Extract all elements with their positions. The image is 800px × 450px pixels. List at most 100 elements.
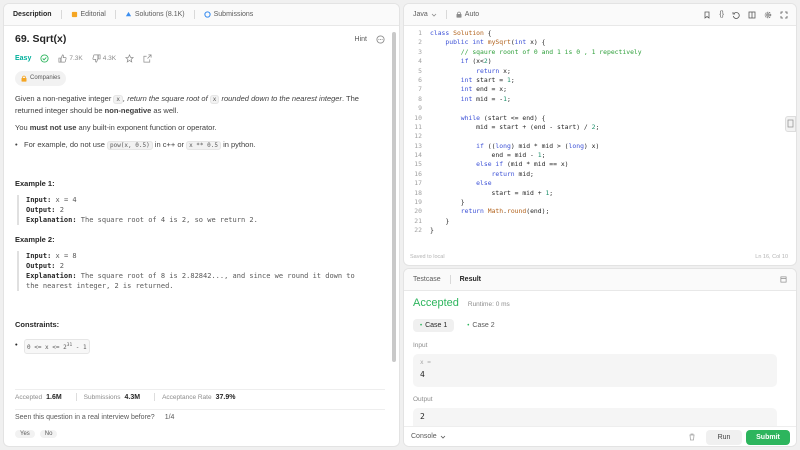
line-number: 1 (418, 29, 422, 37)
example-label: Input: (26, 252, 52, 260)
fullscreen-icon[interactable] (780, 11, 788, 19)
code-line[interactable]: 5 return x; (404, 67, 796, 76)
constraints-title: Constraints: (15, 320, 60, 329)
code-text: else (430, 179, 491, 188)
code-text: class Solution { (430, 29, 492, 38)
code-text: return x; (430, 67, 511, 76)
code-line[interactable]: 20 return Math.round(end); (404, 207, 796, 216)
code-line[interactable]: 15 else if (mid * mid == x) (404, 160, 796, 169)
code-line[interactable]: 14 end = mid - 1; (404, 151, 796, 160)
settings-circle-icon[interactable] (376, 35, 385, 44)
code-line[interactable]: 13 if ((long) mid * mid > (long) x) (404, 141, 796, 151)
tab-description[interactable]: Description (4, 4, 61, 26)
code-text: while (start <= end) { (430, 113, 546, 123)
stats-divider-v (154, 393, 156, 401)
trash-icon[interactable] (688, 433, 696, 441)
code-text: else if (mid * mid == x) (430, 160, 568, 169)
result-tabbar: Testcase Result (404, 269, 796, 291)
tab-testcase[interactable]: Testcase (404, 269, 450, 291)
submit-button[interactable]: Submit (746, 430, 790, 445)
problem-scrollbar[interactable] (391, 28, 397, 444)
code-token: round (506, 207, 527, 216)
code-token: } (430, 198, 465, 207)
bullet-text: in python. (220, 140, 256, 149)
run-button[interactable]: Run (706, 430, 742, 445)
statement-text: as well. (151, 106, 179, 115)
format-braces-icon[interactable]: {} (719, 11, 724, 18)
hint-button[interactable]: Hint (355, 34, 367, 45)
code-line[interactable]: 18 start = mid + 1; (404, 189, 796, 198)
tab-result[interactable]: Result (451, 269, 490, 291)
code-token: ; (506, 94, 511, 103)
code-token: while (460, 113, 484, 122)
code-token: int (514, 38, 531, 47)
bookmark-icon[interactable] (703, 11, 711, 19)
tab-solutions[interactable]: Solutions (8.1K) (116, 4, 194, 26)
tab-submissions[interactable]: Submissions (195, 4, 263, 26)
scrollbar-thumb[interactable] (392, 32, 396, 362)
code-line[interactable]: 10 while (start <= end) { (404, 113, 796, 123)
split-layout-icon[interactable] (748, 11, 756, 19)
code-line[interactable]: 19 } (404, 198, 796, 207)
yes-button[interactable]: Yes (15, 430, 35, 438)
code-line[interactable]: 16 return mid; (404, 170, 796, 179)
code-line[interactable]: 4 if (x<2) (404, 57, 796, 66)
line-number: 8 (418, 94, 422, 103)
code-line[interactable]: 21 } (404, 216, 796, 226)
side-panel-toggle[interactable] (785, 116, 796, 132)
share-icon[interactable] (143, 54, 152, 63)
code-line[interactable]: 12 (404, 132, 796, 141)
case-1-tab[interactable]: • Case 1 (413, 319, 455, 332)
code-line[interactable]: 7 int end = x; (404, 85, 796, 94)
reset-icon[interactable] (732, 11, 740, 19)
like-button[interactable]: 7.3K (58, 53, 83, 64)
language-select[interactable]: Java (404, 4, 446, 26)
chevron-down-icon (440, 435, 445, 439)
code-token: ) x) (583, 141, 600, 150)
collapse-icon[interactable] (780, 276, 796, 283)
stats-divider-v (75, 393, 77, 401)
bullet-text: in c++ or (152, 140, 187, 149)
code-token: x; (503, 66, 511, 75)
code-line[interactable]: 22} (404, 226, 796, 235)
code-line[interactable]: 8 int mid = -1; (404, 94, 796, 104)
code-line[interactable]: 1 class Solution { (404, 29, 796, 38)
interview-question: Seen this question in a real interview b… (15, 414, 174, 421)
gear-icon[interactable] (764, 11, 772, 19)
code-line[interactable]: 9 (404, 104, 796, 113)
auto-mode-toggle[interactable]: Auto (447, 4, 488, 26)
tab-editorial[interactable]: Editorial (62, 4, 115, 26)
tab-editorial-label: Editorial (80, 11, 106, 18)
line-number: 21 (414, 216, 422, 225)
companies-label: Companies (30, 75, 61, 81)
example-2-title: Example 2: (15, 235, 55, 244)
code-line[interactable]: 17 else (404, 179, 796, 188)
line-number: 15 (414, 160, 422, 169)
accepted-label: Accepted (15, 393, 43, 401)
console-toggle[interactable]: Console (411, 433, 446, 440)
code-line[interactable]: 3 // sqaure roont of 0 and 1 is 0 , 1 re… (404, 48, 796, 57)
companies-chip[interactable]: Companies (15, 71, 67, 86)
tab-description-label: Description (13, 11, 52, 18)
line-number: 6 (418, 75, 422, 84)
example-value: The square root of 4 is 2, so we return … (76, 216, 258, 224)
stats-divider (15, 389, 385, 390)
case-2-tab[interactable]: • Case 2 (460, 319, 501, 332)
output-value: 2 (420, 412, 425, 421)
code-line[interactable]: 11 mid = start + (end - start) / 2; (404, 123, 796, 132)
code-line[interactable]: 2 public int mySqrt(int x) { (404, 38, 796, 47)
no-button[interactable]: No (39, 430, 58, 438)
tab-result-label: Result (459, 276, 482, 283)
star-icon[interactable] (125, 54, 135, 63)
code-text: int mid = -1; (430, 95, 511, 104)
code-area[interactable]: 1 class Solution {2 public int mySqrt(int… (404, 29, 796, 236)
case-2-label: Case 2 (472, 322, 495, 329)
line-number: 22 (414, 226, 422, 235)
inline-code: pow(x, 0.5) (106, 141, 153, 150)
example-1-block: Input: x = 4 Output: 2 Explanation: The … (17, 195, 385, 225)
code-line[interactable]: 6 int start = 1; (404, 75, 796, 85)
dislike-button[interactable]: 4.3K (92, 53, 116, 64)
